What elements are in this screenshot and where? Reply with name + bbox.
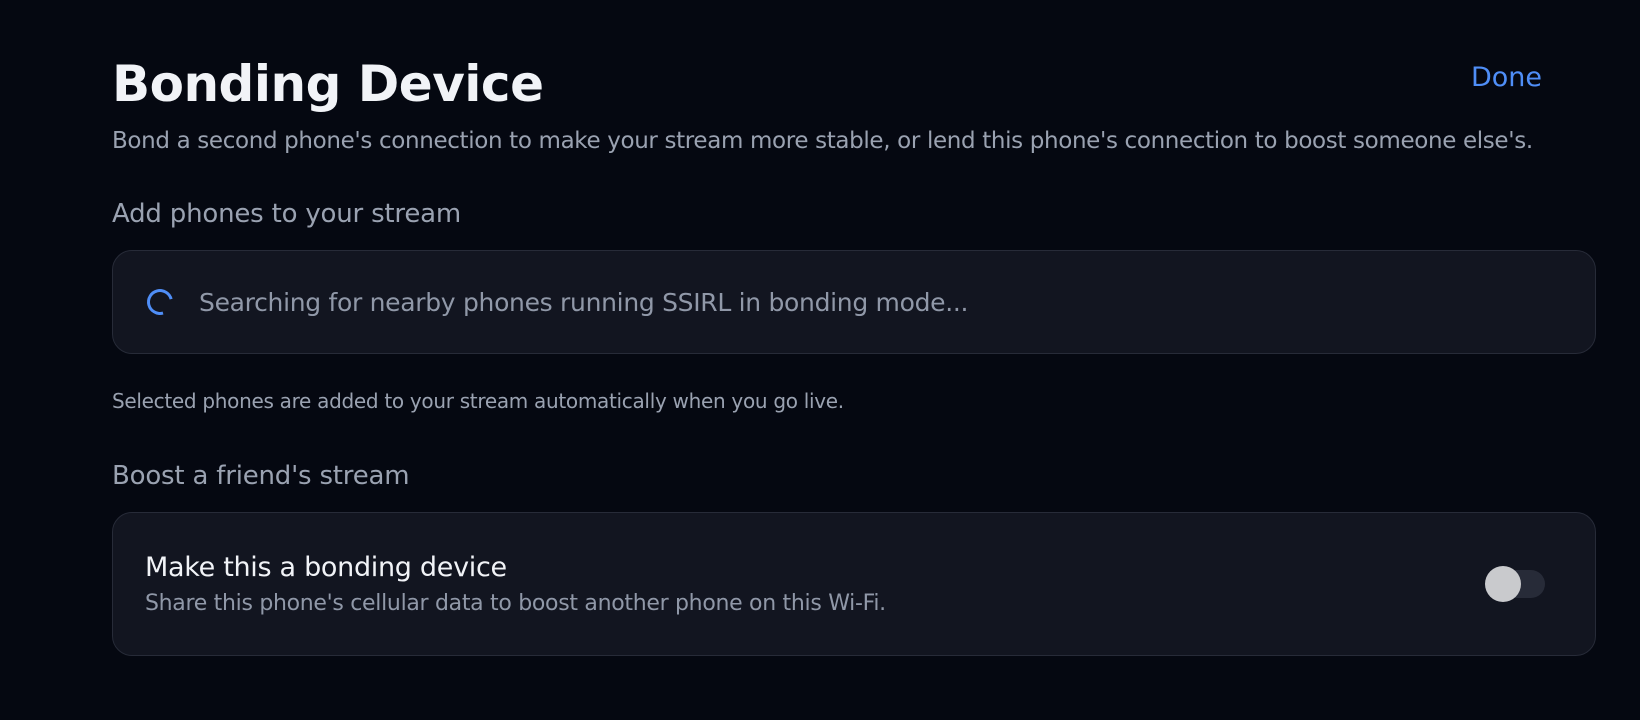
spinner-icon — [142, 284, 178, 320]
helper-text: Selected phones are added to your stream… — [112, 389, 844, 413]
done-button[interactable]: Done — [1471, 62, 1542, 93]
page-subtitle: Bond a second phone's connection to make… — [112, 128, 1533, 154]
bonding-device-title: Make this a bonding device — [145, 552, 507, 583]
toggle-knob — [1485, 566, 1521, 602]
bonding-device-text: Make this a bonding device Share this ph… — [145, 552, 886, 616]
bonding-device-card: Make this a bonding device Share this ph… — [112, 512, 1596, 656]
add-phones-section-label: Add phones to your stream — [112, 199, 461, 229]
bonding-device-description: Share this phone's cellular data to boos… — [145, 591, 886, 616]
bonding-device-toggle[interactable] — [1485, 566, 1545, 602]
search-status-card: Searching for nearby phones running SSIR… — [112, 250, 1596, 354]
boost-section-label: Boost a friend's stream — [112, 461, 410, 491]
header: Bonding Device Done — [112, 50, 1542, 118]
bonding-device-page: Bonding Device Done Bond a second phone'… — [0, 0, 1640, 720]
page-title: Bonding Device — [112, 55, 544, 113]
search-status-text: Searching for nearby phones running SSIR… — [199, 287, 969, 317]
